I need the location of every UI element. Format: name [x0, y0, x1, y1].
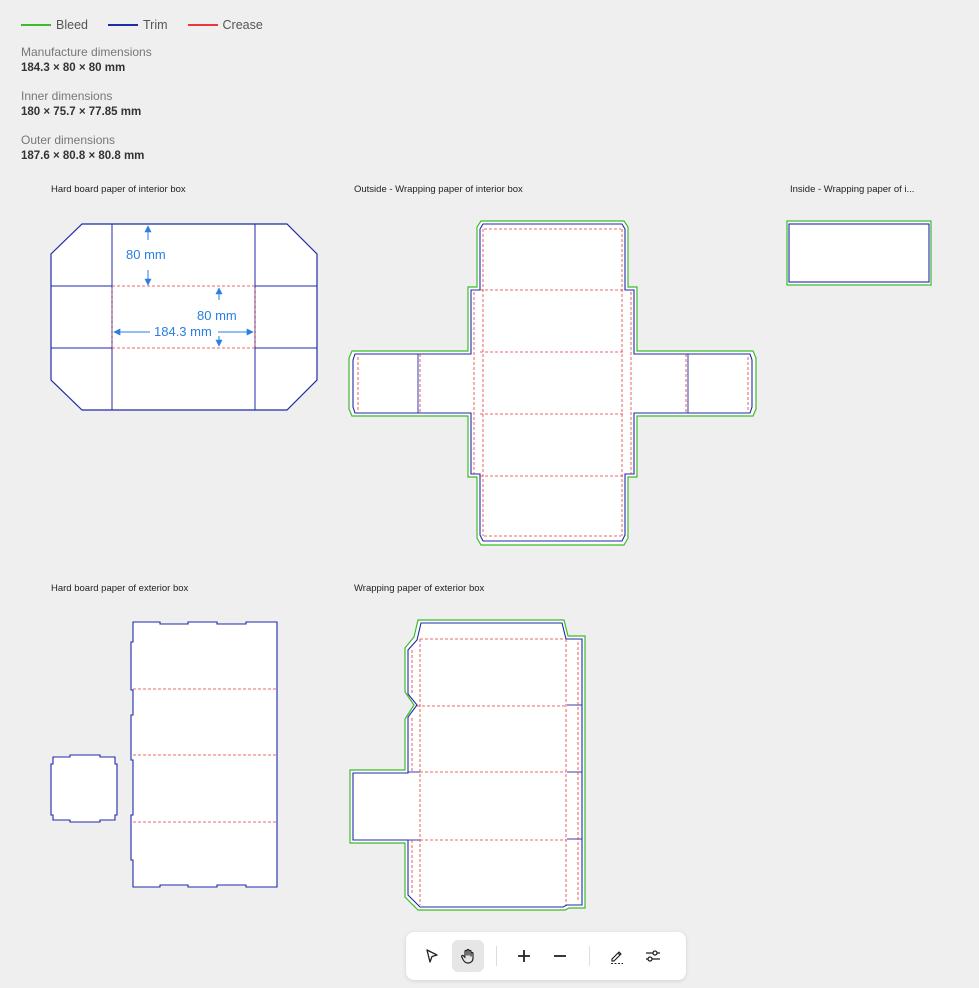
measure-width: 184.3 mm [154, 324, 212, 339]
pointer-icon[interactable] [416, 940, 448, 972]
zoom-in-icon[interactable] [508, 940, 540, 972]
toolbar-divider [496, 946, 497, 966]
zoom-out-icon[interactable] [544, 940, 576, 972]
measure-height-a: 80 mm [126, 247, 166, 262]
measure-height-b: 80 mm [197, 308, 237, 323]
inside-wrap-interior-dieline [786, 220, 932, 286]
hard-exterior-dieline [50, 621, 278, 888]
hard-interior-dieline: 80 mm 80 mm 184.3 mm [50, 223, 318, 411]
dieline-canvas[interactable]: 80 mm 80 mm 184.3 mm [0, 0, 979, 930]
settings-sliders-icon[interactable] [637, 940, 669, 972]
bottom-toolbar [406, 932, 686, 980]
hand-icon[interactable] [452, 940, 484, 972]
annotate-icon[interactable] [601, 940, 633, 972]
wrap-exterior-dieline [349, 619, 586, 911]
outside-wrap-interior-dieline [348, 220, 757, 546]
toolbar-divider [589, 946, 590, 966]
